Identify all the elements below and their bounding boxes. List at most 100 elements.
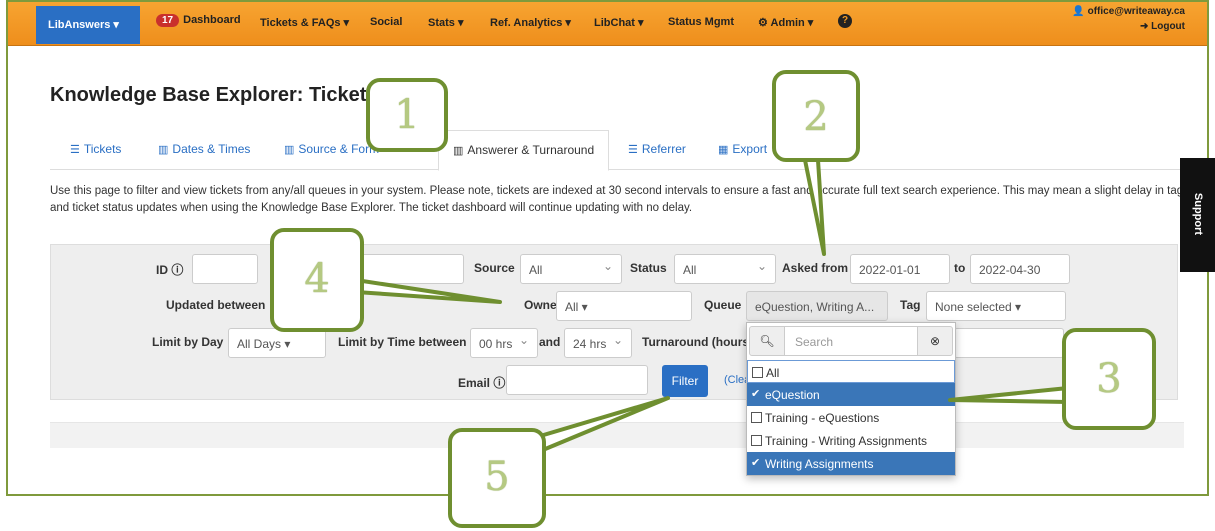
callout-3: 3 (1062, 328, 1156, 430)
support-tab[interactable]: Support (1180, 158, 1215, 272)
queue-search: 🔍︎ Search ⊗ (749, 326, 953, 356)
email-label-text: Email (458, 376, 491, 390)
id-label: ID ⓘ (156, 261, 183, 278)
queue-option-all[interactable]: All (747, 360, 955, 383)
tab-tickets[interactable]: ☰ Tickets (70, 142, 121, 156)
id-label-text: ID (156, 263, 168, 277)
tab-answerer-turnaround[interactable]: ▥ Answerer & Turnaround (438, 130, 610, 171)
dashboard-count-badge: 17 (156, 14, 180, 27)
callout-4: 4 (270, 228, 364, 332)
libanswers-menu[interactable]: LibAnswers ▾ (36, 6, 140, 44)
nav-admin-label: Admin ▾ (770, 17, 814, 29)
queue-option-training-equestions[interactable]: Training - eQuestions (747, 406, 955, 429)
limit-day-select[interactable]: All Days ▾ (228, 328, 326, 358)
bar-chart-icon: ▥ (158, 144, 169, 156)
list-icon: ☰ (70, 144, 80, 156)
nav-ref-analytics[interactable]: Ref. Analytics ▾ (490, 16, 571, 29)
source-label: Source (474, 261, 515, 275)
info-icon[interactable]: ⓘ (171, 263, 183, 277)
asked-from-input[interactable]: 2022-01-01 (850, 254, 950, 284)
queue-option-writing-assignments[interactable]: ✔ Writing Assignments (747, 452, 955, 475)
tab-answerer-label: Answerer & Turnaround (467, 143, 595, 157)
time-from-select[interactable]: 00 hrs (470, 328, 538, 358)
callout-2: 2 (772, 70, 860, 162)
callout-5: 5 (448, 428, 546, 528)
results-area (50, 422, 1184, 448)
queue-option-label: eQuestion (765, 388, 820, 402)
user-icon: 👤 (1072, 6, 1085, 17)
tab-export[interactable]: ▦ Export (718, 142, 767, 156)
logout-link[interactable]: Logout (1151, 21, 1185, 32)
tab-referrer-label: Referrer (641, 142, 686, 156)
time-to-select[interactable]: 24 hrs (564, 328, 632, 358)
queue-select[interactable]: eQuestion, Writing A... (746, 291, 888, 321)
user-menu[interactable]: 👤 office@writeaway.ca ➜ Logout (1072, 4, 1185, 34)
to-label: to (954, 261, 966, 275)
bar-chart-icon: ▥ (453, 145, 464, 157)
nav-libchat[interactable]: LibChat ▾ (594, 16, 644, 29)
nav-social[interactable]: Social (370, 16, 402, 28)
page-description: Use this page to filter and view tickets… (50, 185, 1184, 214)
filter-button[interactable]: Filter (662, 365, 708, 397)
owner-select[interactable]: All ▾ (556, 291, 692, 321)
limit-day-label: Limit by Day (152, 335, 224, 349)
queue-option-equestion[interactable]: ✔ eQuestion (747, 383, 955, 406)
tab-export-label: Export (732, 142, 768, 156)
queue-option-label: Writing Assignments (765, 457, 874, 471)
bar-chart-icon: ▥ (284, 144, 295, 156)
logout-icon: ➜ (1139, 21, 1149, 32)
queue-search-input[interactable]: Search (784, 326, 918, 356)
queue-dropdown: 🔍︎ Search ⊗ All ✔ eQuestion Training - eQ… (746, 322, 956, 476)
app-window: LibAnswers ▾ 17 Dashboard Tickets & FAQs … (6, 0, 1209, 496)
updated-between-label: Updated between (166, 298, 266, 312)
list-icon: ☰ (628, 144, 638, 156)
tab-tickets-label: Tickets (83, 142, 122, 156)
checkbox[interactable] (752, 367, 763, 378)
clear-search-icon[interactable]: ⊗ (917, 326, 953, 356)
nav-stats[interactable]: Stats ▾ (428, 16, 463, 29)
nav-dashboard-label: Dashboard (183, 14, 241, 26)
checkbox[interactable] (751, 435, 762, 446)
limit-time-label: Limit by Time between (338, 335, 467, 349)
top-navbar: LibAnswers ▾ 17 Dashboard Tickets & FAQs … (8, 2, 1207, 46)
asked-to-input[interactable]: 2022-04-30 (970, 254, 1070, 284)
nav-status-mgmt[interactable]: Status Mgmt (668, 16, 734, 28)
email-input[interactable] (506, 365, 648, 395)
tab-source-form[interactable]: ▥ Source & Form (284, 142, 379, 156)
tag-select[interactable]: None selected ▾ (926, 291, 1066, 321)
status-select[interactable]: All (674, 254, 776, 284)
checkbox[interactable] (751, 412, 762, 423)
tag-label: Tag (900, 298, 921, 312)
status-label: Status (630, 261, 667, 275)
table-icon: ▦ (718, 144, 729, 156)
info-icon[interactable]: ⓘ (493, 376, 505, 390)
tab-referrer[interactable]: ☰ Referrer (628, 142, 686, 156)
checkmark-icon: ✔ (751, 457, 761, 469)
queue-option-label: All (766, 366, 780, 380)
nav-admin[interactable]: ⚙ Admin ▾ (758, 16, 813, 29)
queue-option-training-writing[interactable]: Training - Writing Assignments (747, 429, 955, 452)
tab-dates-times[interactable]: ▥ Dates & Times (158, 142, 250, 156)
and-label: and (539, 335, 561, 349)
turnaround-input[interactable] (954, 328, 1064, 358)
nav-tickets-faqs[interactable]: Tickets & FAQs ▾ (260, 16, 349, 29)
id-input[interactable] (192, 254, 258, 284)
checkmark-icon: ✔ (751, 388, 761, 400)
queue-label: Queue (704, 298, 742, 312)
tab-dates-label: Dates & Times (172, 142, 251, 156)
gear-icon: ⚙ (758, 17, 768, 29)
source-select[interactable]: All (520, 254, 622, 284)
support-tab-label: Support (1192, 192, 1204, 236)
page-title: Knowledge Base Explorer: Tickets (50, 84, 378, 106)
turnaround-label: Turnaround (hours) (642, 335, 754, 349)
help-icon[interactable]: ? (838, 14, 852, 28)
callout-1: 1 (366, 78, 448, 152)
search-icon: 🔍︎ (749, 326, 785, 356)
user-email: office@writeaway.ca (1087, 6, 1185, 17)
queue-option-label: Training - Writing Assignments (765, 434, 928, 448)
tab-bar: ☰ Tickets ▥ Dates & Times ▥ Source & Form ▥… (50, 130, 1184, 171)
nav-dashboard[interactable]: 17 Dashboard (156, 14, 241, 27)
referrer-input[interactable] (358, 254, 464, 284)
asked-from-label: Asked from (782, 261, 849, 275)
email-label: Email ⓘ (458, 374, 505, 391)
